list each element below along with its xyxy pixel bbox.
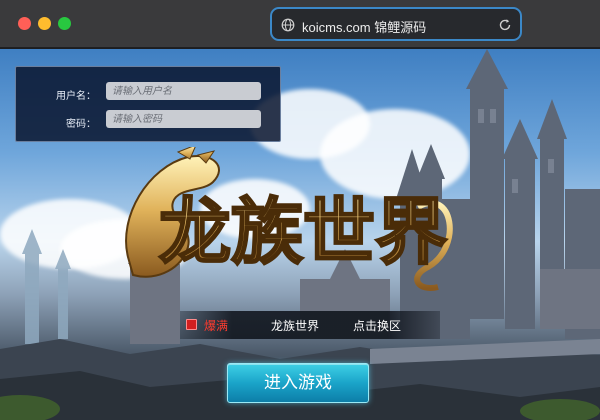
username-input[interactable] bbox=[106, 82, 261, 100]
login-panel: 用户名： 密码： bbox=[15, 66, 281, 142]
server-status-text: 爆满 bbox=[204, 319, 229, 333]
password-input[interactable] bbox=[106, 110, 261, 128]
game-stage: 用户名： 密码： 龙族世界 爆满 龙族世界 点击换区 进入游戏 bbox=[0, 49, 600, 420]
username-label: 用户名： bbox=[56, 91, 96, 102]
close-window-button[interactable] bbox=[18, 17, 31, 30]
server-name: 龙族世界 bbox=[271, 319, 320, 333]
enter-game-button[interactable]: 进入游戏 bbox=[227, 363, 369, 403]
server-status-indicator bbox=[186, 319, 197, 330]
reload-icon[interactable] bbox=[498, 17, 512, 36]
browser-titlebar: koicms.com 锦鲤源码 bbox=[0, 0, 600, 48]
minimize-window-button[interactable] bbox=[38, 17, 51, 30]
server-strip: 爆满 龙族世界 点击换区 bbox=[180, 311, 440, 339]
logo-text: 龙族世界 bbox=[159, 189, 447, 274]
address-url[interactable]: koicms.com 锦鲤源码 bbox=[302, 17, 426, 36]
game-logo: 龙族世界 bbox=[125, 147, 453, 291]
globe-icon bbox=[281, 17, 295, 36]
address-bar[interactable]: koicms.com 锦鲤源码 bbox=[270, 7, 522, 41]
maximize-window-button[interactable] bbox=[58, 17, 71, 30]
password-label: 密码： bbox=[66, 119, 96, 130]
switch-server-link[interactable]: 点击换区 bbox=[353, 317, 401, 334]
